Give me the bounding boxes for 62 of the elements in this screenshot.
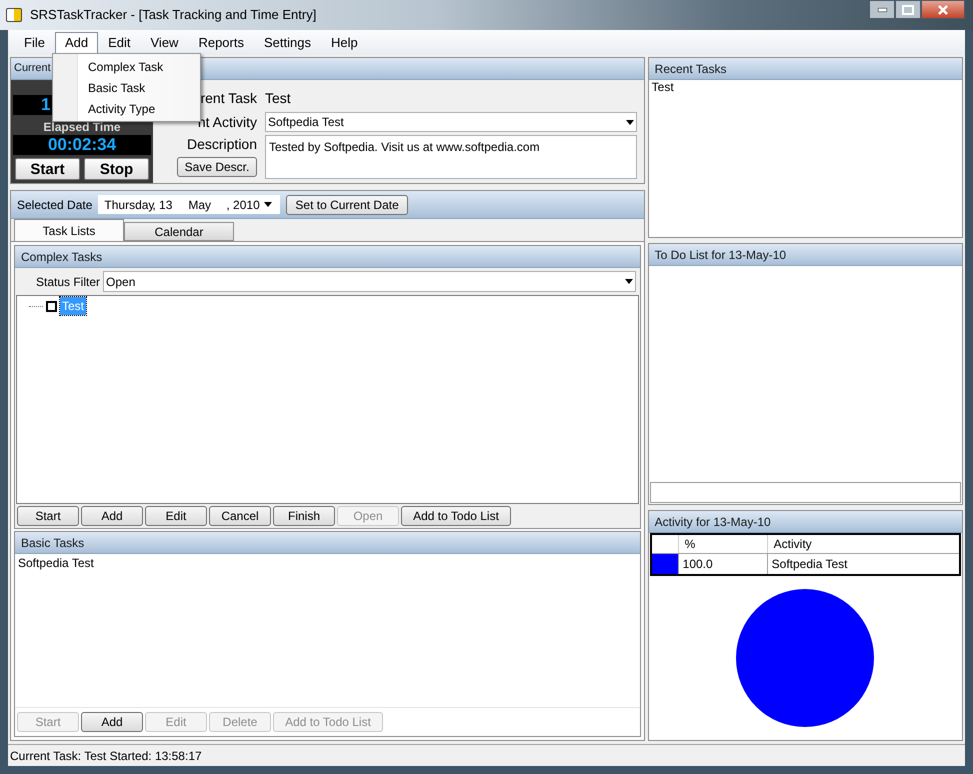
date-part: , 2010 — [226, 196, 261, 214]
field-label: Description — [186, 135, 257, 153]
status-filter-dropdown[interactable]: Open — [103, 271, 636, 292]
close-button[interactable] — [921, 0, 965, 19]
dropdown-arrow-icon — [624, 279, 633, 284]
todo-input-field[interactable] — [650, 482, 961, 503]
app-icon — [6, 8, 22, 22]
task-action-button[interactable]: Add to Todo List — [401, 506, 511, 526]
table-cell-text: Softpedia Test — [770, 556, 848, 573]
close-icon — [936, 4, 950, 16]
panel-header: To Do List for 13-May-10 — [648, 244, 962, 266]
menu-entry[interactable]: Basic Task — [53, 77, 200, 98]
status-text: Current Task: Test Started: 13:58:17 — [10, 748, 202, 764]
elapsed-time: 00:02:34 — [13, 135, 151, 155]
task-action-button[interactable]: Cancel — [209, 506, 271, 526]
maximize-icon — [901, 4, 915, 16]
date-picker[interactable]: Thursday, 13 May , 2010 — [98, 195, 280, 214]
task-action-button[interactable]: Edit — [145, 506, 207, 526]
timer-button[interactable]: Start — [15, 158, 80, 180]
tab[interactable]: Calendar — [124, 222, 234, 241]
menu-item[interactable]: Edit — [98, 32, 140, 54]
maximize-button[interactable] — [895, 0, 921, 19]
menu-item[interactable]: Add — [54, 32, 98, 54]
dropdown-arrow-icon — [264, 202, 272, 207]
menu-item[interactable]: File — [14, 32, 55, 54]
checkbox[interactable] — [46, 300, 57, 312]
dropdown-value: Open — [106, 274, 136, 290]
table-cell: 100.0 — [678, 554, 768, 574]
field-label: Selected Date — [17, 196, 92, 214]
field-label: rent Task — [199, 89, 257, 108]
list-item[interactable]: Test — [652, 80, 959, 94]
window-title: SRSTaskTracker - [Task Tracking and Time Entry] — [30, 6, 316, 24]
dropdown-value: Softpedia Test — [268, 114, 344, 131]
save-description-button[interactable]: Save Descr. — [177, 157, 257, 177]
description-field[interactable]: Tested by Softpedia. Visit us at www.softpedia.com — [265, 135, 637, 179]
menu-item[interactable]: Help — [320, 32, 368, 54]
menu-item[interactable]: Reports — [188, 32, 254, 54]
field-label: Status Filter — [36, 274, 100, 290]
minimize-button[interactable] — [869, 0, 895, 19]
task-action-button[interactable]: Add — [81, 712, 143, 732]
elapsed-label: Elapsed Time — [42, 120, 122, 134]
panel-header: Recent Tasks — [648, 58, 962, 80]
timer-button[interactable]: Stop — [84, 158, 149, 180]
list-item[interactable]: Softpedia Test — [18, 556, 637, 571]
activity-dropdown[interactable]: Softpedia Test — [265, 112, 637, 132]
panel-header: Activity for 13-May-10 — [648, 511, 962, 533]
menu-item[interactable]: View — [140, 32, 188, 54]
task-action-button[interactable]: Start — [17, 506, 79, 526]
set-current-date-button[interactable]: Set to Current Date — [286, 194, 408, 214]
column-header: % — [678, 535, 768, 553]
task-action-button[interactable]: Finish — [273, 506, 335, 526]
current-task-value: Test — [265, 89, 292, 108]
menu-item[interactable]: Settings — [254, 32, 321, 54]
column-header: Activity — [772, 536, 813, 553]
task-action-button[interactable]: Add — [81, 506, 143, 526]
menu-entry[interactable]: Complex Task — [53, 56, 200, 77]
panel-header: Complex Tasks — [15, 246, 640, 268]
tab[interactable]: Task Lists — [14, 219, 124, 241]
minimize-icon — [878, 8, 886, 12]
panel-header: Basic Tasks — [15, 532, 640, 554]
date-part: May — [188, 196, 212, 214]
dropdown-arrow-icon — [626, 120, 634, 124]
